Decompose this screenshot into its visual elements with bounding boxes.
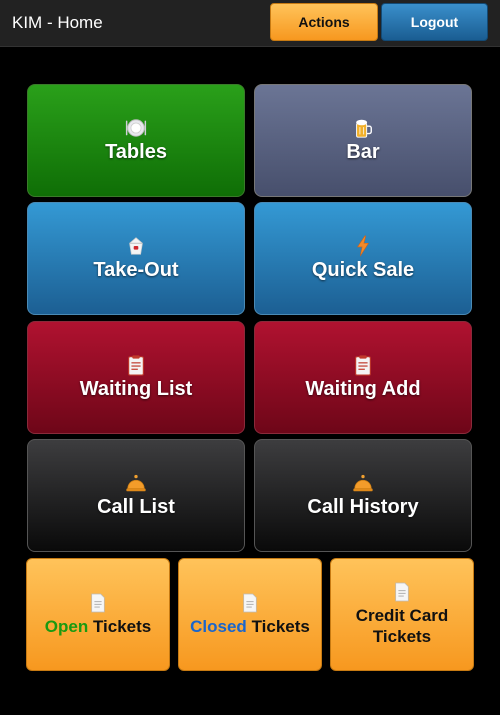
tile-label: Call List <box>97 496 175 518</box>
call-history-tile[interactable]: Call History <box>254 439 472 552</box>
waiting-add-tile[interactable]: Waiting Add <box>254 321 472 434</box>
tickets-word: Tickets <box>92 616 152 636</box>
closed-tickets-tile[interactable]: Closed Tickets <box>178 558 322 671</box>
open-word: Open <box>44 616 89 636</box>
tickets-line: Tickets <box>372 627 432 646</box>
beer-mug-icon <box>356 119 372 138</box>
service-bell-icon <box>353 474 373 492</box>
top-bar: KIM - Home Actions Logout <box>0 0 500 47</box>
service-bell-icon <box>126 474 146 492</box>
document-icon <box>91 593 105 612</box>
call-list-tile[interactable]: Call List <box>27 439 245 552</box>
credit-card-tickets-tile[interactable]: Credit Card Tickets <box>330 558 474 671</box>
open-tickets-label: Open Tickets <box>45 616 151 637</box>
tile-label: Waiting Add <box>305 378 421 400</box>
takeout-box-icon <box>129 237 143 255</box>
document-icon <box>243 593 257 612</box>
closed-word: Closed <box>190 616 247 636</box>
clipboard-icon <box>355 355 371 376</box>
tile-label: Waiting List <box>79 378 193 400</box>
waiting-list-tile[interactable]: Waiting List <box>27 321 245 434</box>
take-out-tile[interactable]: Take-Out <box>27 202 245 315</box>
plate-icon <box>125 119 147 137</box>
actions-button[interactable]: Actions <box>270 3 378 41</box>
credit-card-line: Credit Card <box>355 606 449 625</box>
open-tickets-tile[interactable]: Open Tickets <box>26 558 170 671</box>
tile-label: Take-Out <box>93 259 179 281</box>
tile-label: Bar <box>346 141 380 163</box>
closed-tickets-label: Closed Tickets <box>190 616 310 637</box>
bar-tile[interactable]: Bar <box>254 84 472 197</box>
page-title: KIM - Home <box>12 13 103 32</box>
tile-label: Tables <box>105 141 167 163</box>
document-icon <box>395 582 409 602</box>
tickets-word: Tickets <box>251 616 310 636</box>
logout-button[interactable]: Logout <box>381 3 488 41</box>
lightning-icon <box>356 235 370 257</box>
tile-label: Call History <box>307 496 419 518</box>
quick-sale-tile[interactable]: Quick Sale <box>254 202 472 315</box>
tables-tile[interactable]: Tables <box>27 84 245 197</box>
clipboard-icon <box>128 355 144 376</box>
tile-label: Quick Sale <box>311 259 415 281</box>
